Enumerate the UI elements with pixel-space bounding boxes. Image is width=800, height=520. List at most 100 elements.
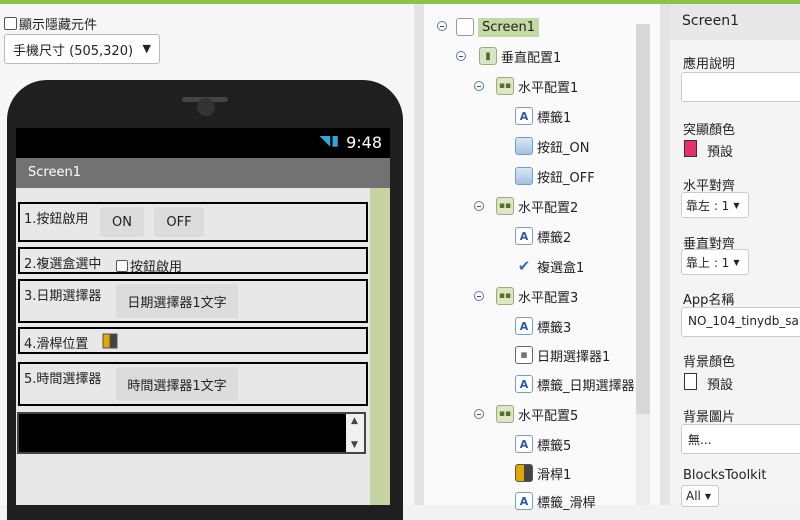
align-horizontal-value: 靠左 : 1 bbox=[686, 198, 730, 213]
off-button[interactable]: OFF bbox=[154, 207, 204, 237]
row-label[interactable]: 4.滑桿位置 bbox=[24, 333, 88, 352]
tree-item-horizontal-arrangement-2[interactable]: ▪▪ 水平配置2 bbox=[496, 195, 578, 217]
collapse-toggle[interactable] bbox=[474, 81, 484, 91]
tree-item-screen1[interactable]: Screen1 bbox=[456, 16, 539, 38]
checkbox-label: 按鈕啟用 bbox=[130, 260, 183, 275]
tree-item-horizontal-arrangement-3[interactable]: ▪▪ 水平配置3 bbox=[496, 285, 578, 307]
screen-icon bbox=[456, 18, 474, 36]
panel-divider[interactable] bbox=[414, 4, 424, 505]
tree-item-label: 水平配置3 bbox=[518, 290, 579, 306]
collapse-toggle[interactable] bbox=[456, 51, 466, 61]
tree-item-checkbox1[interactable]: ✔ 複選盒1 bbox=[515, 255, 585, 277]
row-label[interactable]: 2.複選盒選中 bbox=[24, 253, 101, 272]
tree-scrollbar-thumb[interactable] bbox=[636, 24, 650, 414]
checkbox-box[interactable] bbox=[116, 259, 128, 272]
tree-item-label: 標籤1 bbox=[537, 110, 572, 126]
horizontal-arrangement-1[interactable]: 1.按鈕啟用 ON OFF bbox=[18, 202, 368, 242]
checkbox-icon: ✔ bbox=[517, 257, 531, 275]
blocks-toolkit-dropdown[interactable]: All ▼ bbox=[681, 485, 719, 507]
scroll-down-icon[interactable]: ▼ bbox=[351, 440, 358, 450]
tree-item-label: 按鈕_OFF bbox=[537, 170, 595, 186]
device-size-select[interactable]: 手機尺寸 (505,320) ▼ bbox=[4, 34, 160, 64]
listview-scrollbar[interactable]: ▲ ▼ bbox=[346, 414, 364, 452]
list-view[interactable]: ▲ ▼ bbox=[17, 412, 366, 454]
show-hidden-components-toggle[interactable]: 顯示隱藏元件 bbox=[4, 14, 97, 33]
vertical-arrangement-icon: ▮ bbox=[479, 47, 497, 65]
tree-item-label: 標籤_日期選擇器 bbox=[537, 378, 635, 394]
tree-item-label: 水平配置1 bbox=[518, 80, 579, 96]
tree-item-label3[interactable]: A 標籤3 bbox=[515, 315, 571, 337]
tree-item-slider1[interactable]: 滑桿1 bbox=[515, 462, 571, 484]
tree-item-horizontal-arrangement-5[interactable]: ▪▪ 水平配置5 bbox=[496, 403, 578, 425]
label-icon: A bbox=[515, 492, 533, 510]
collapse-toggle[interactable] bbox=[474, 409, 484, 419]
vertical-arrangement-strip bbox=[370, 188, 390, 505]
horizontal-arrangement-icon: ▪▪ bbox=[496, 287, 514, 305]
background-color-value[interactable]: 預設 bbox=[707, 374, 733, 393]
collapse-toggle[interactable] bbox=[474, 291, 484, 301]
collapse-toggle[interactable] bbox=[437, 21, 447, 31]
wifi-signal-battery-icons: ◥▮ bbox=[319, 133, 340, 149]
accent-color-label: 突顯顏色 bbox=[683, 123, 736, 138]
background-color-label: 背景顏色 bbox=[683, 355, 736, 370]
panel-divider[interactable] bbox=[660, 4, 670, 505]
tree-item-label-datepicker[interactable]: A 標籤_日期選擇器 bbox=[515, 373, 635, 395]
tree-item-label: 水平配置2 bbox=[518, 200, 579, 216]
device-size-value: 手機尺寸 (505,320) bbox=[13, 43, 134, 59]
tree-item-button-off[interactable]: 按鈕_OFF bbox=[515, 165, 595, 187]
status-time: 9:48 bbox=[346, 133, 382, 152]
background-color-swatch[interactable] bbox=[684, 373, 697, 390]
app-name-label: App名稱 bbox=[683, 293, 735, 308]
chevron-down-icon: ▼ bbox=[733, 200, 740, 210]
tree-item-vertical-arrangement-1[interactable]: ▮ 垂直配置1 bbox=[479, 45, 561, 67]
horizontal-arrangement-4[interactable]: 4.滑桿位置 bbox=[18, 327, 368, 354]
date-picker-button[interactable]: 日期選擇器1文字 bbox=[116, 284, 238, 318]
tree-item-label1[interactable]: A 標籤1 bbox=[515, 105, 571, 127]
background-image-input[interactable]: 無... bbox=[681, 424, 800, 454]
tree-item-datepicker1[interactable]: ▦ 日期選擇器1 bbox=[515, 344, 610, 366]
accent-color-value[interactable]: 預設 bbox=[707, 141, 733, 160]
show-hidden-checkbox[interactable] bbox=[4, 17, 17, 30]
row-label[interactable]: 3.日期選擇器 bbox=[24, 285, 101, 304]
row-label[interactable]: 1.按鈕啟用 bbox=[24, 208, 88, 227]
align-vertical-dropdown[interactable]: 靠上 : 1 ▼ bbox=[681, 249, 749, 275]
horizontal-arrangement-icon: ▪▪ bbox=[496, 77, 514, 95]
tree-item-button-on[interactable]: 按鈕_ON bbox=[515, 135, 589, 157]
about-screen-label: 應用說明 bbox=[683, 57, 736, 72]
properties-header: Screen1 bbox=[670, 4, 800, 40]
tree-item-label: Screen1 bbox=[478, 17, 539, 37]
phone-camera bbox=[197, 98, 215, 116]
tree-item-label: 標籤2 bbox=[537, 230, 572, 246]
accent-color-swatch[interactable] bbox=[684, 140, 697, 157]
label-icon: A bbox=[515, 375, 533, 393]
collapse-toggle[interactable] bbox=[474, 201, 484, 211]
horizontal-arrangement-3[interactable]: 3.日期選擇器 日期選擇器1文字 bbox=[18, 279, 368, 323]
tree-item-label-slider[interactable]: A 標籤_滑桿 bbox=[515, 490, 596, 512]
blocks-toolkit-label: BlocksToolkit bbox=[683, 468, 767, 483]
scroll-up-icon[interactable]: ▲ bbox=[351, 416, 358, 426]
enable-button-checkbox[interactable]: 按鈕啟用 bbox=[116, 256, 182, 275]
slider-icon bbox=[515, 464, 533, 482]
time-picker-button[interactable]: 時間選擇器1文字 bbox=[116, 367, 238, 401]
status-bar: ◥▮ 9:48 bbox=[16, 128, 390, 158]
horizontal-arrangement-icon: ▪▪ bbox=[496, 197, 514, 215]
show-hidden-label: 顯示隱藏元件 bbox=[19, 18, 98, 33]
tree-item-label5[interactable]: A 標籤5 bbox=[515, 433, 571, 455]
tree-item-label: 標籤3 bbox=[537, 320, 572, 336]
button-icon bbox=[515, 167, 533, 185]
button-icon bbox=[515, 137, 533, 155]
horizontal-arrangement-5[interactable]: 5.時間選擇器 時間選擇器1文字 bbox=[18, 362, 368, 406]
about-screen-input[interactable] bbox=[681, 72, 800, 102]
align-horizontal-dropdown[interactable]: 靠左 : 1 ▼ bbox=[681, 192, 749, 218]
horizontal-arrangement-2[interactable]: 2.複選盒選中 按鈕啟用 bbox=[18, 247, 368, 275]
app-name-input[interactable]: NO_104_tinydb_sa bbox=[681, 307, 800, 337]
row-label[interactable]: 5.時間選擇器 bbox=[24, 368, 101, 387]
slider-icon[interactable] bbox=[102, 333, 118, 349]
tree-item-label2[interactable]: A 標籤2 bbox=[515, 225, 571, 247]
tree-item-label: 複選盒1 bbox=[537, 260, 585, 276]
tree-item-label: 按鈕_ON bbox=[537, 140, 590, 156]
tree-item-horizontal-arrangement-1[interactable]: ▪▪ 水平配置1 bbox=[496, 75, 578, 97]
tree-item-label: 滑桿1 bbox=[537, 467, 572, 483]
on-button[interactable]: ON bbox=[100, 207, 144, 237]
screen-title: Screen1 bbox=[28, 165, 81, 180]
